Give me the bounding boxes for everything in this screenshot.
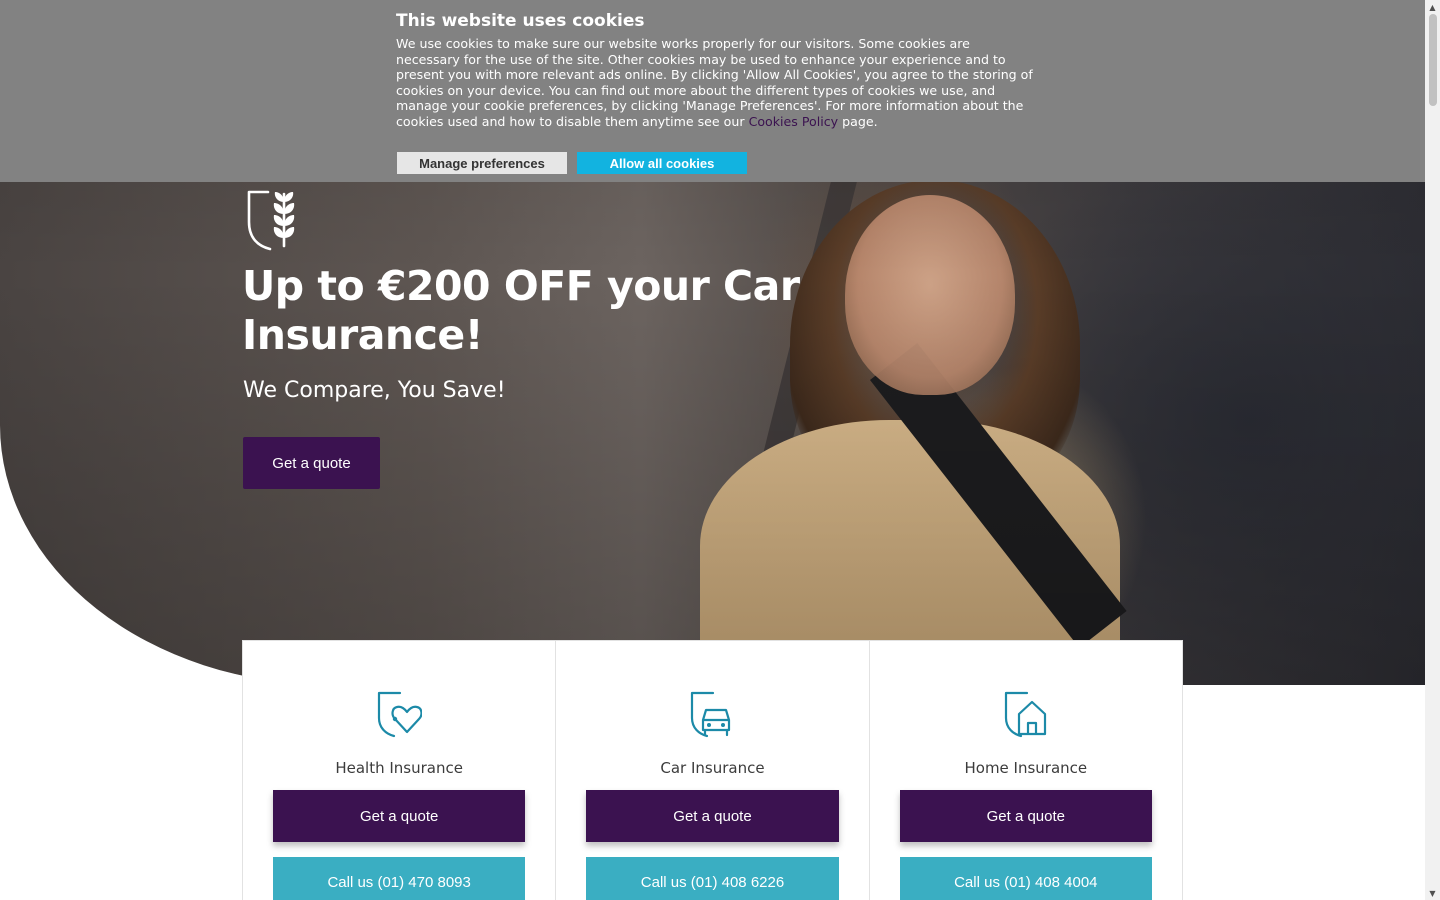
cookie-text-end: page. [838,113,878,129]
health-get-quote-button[interactable]: Get a quote [273,790,526,842]
cookies-policy-link[interactable]: Cookies Policy [749,114,839,129]
home-insurance-card: Home Insurance Get a quote Call us (01) … [870,641,1182,900]
scrollbar-thumb[interactable] [1429,14,1437,106]
cookie-text-main: We use cookies to make sure our website … [396,36,1033,129]
car-icon [691,691,731,738]
allow-all-cookies-button[interactable]: Allow all cookies [577,152,747,174]
cookie-banner: This website uses cookies We use cookies… [0,0,1425,182]
health-heart-icon [378,691,423,738]
car-get-quote-button[interactable]: Get a quote [586,790,839,842]
brand-logo-icon[interactable] [244,188,302,252]
house-icon [1004,691,1046,738]
hero-subtitle: We Compare, You Save! [243,378,506,403]
health-insurance-title: Health Insurance [335,759,463,777]
page-scrollbar[interactable]: ▲ ▼ [1425,0,1440,900]
hero-title: Up to €200 OFF your Car Insurance! [242,262,800,359]
cookie-banner-text: We use cookies to make sure our website … [396,36,1036,129]
car-insurance-card: Car Insurance Get a quote Call us (01) 4… [556,641,870,900]
scroll-up-arrow-icon[interactable]: ▲ [1425,0,1440,14]
home-insurance-title: Home Insurance [964,759,1088,777]
health-call-button[interactable]: Call us (01) 470 8093 [273,857,526,900]
home-call-button[interactable]: Call us (01) 408 4004 [899,857,1152,900]
insurance-cards: Health Insurance Get a quote Call us (01… [242,640,1183,900]
scroll-down-arrow-icon[interactable]: ▼ [1425,886,1440,900]
car-call-button[interactable]: Call us (01) 408 6226 [586,857,839,900]
home-get-quote-button[interactable]: Get a quote [899,790,1152,842]
cookie-banner-title: This website uses cookies [396,11,645,31]
car-insurance-title: Car Insurance [660,759,765,777]
health-insurance-card: Health Insurance Get a quote Call us (01… [243,641,557,900]
manage-preferences-button[interactable]: Manage preferences [397,152,567,174]
hero-get-quote-button[interactable]: Get a quote [243,437,380,489]
